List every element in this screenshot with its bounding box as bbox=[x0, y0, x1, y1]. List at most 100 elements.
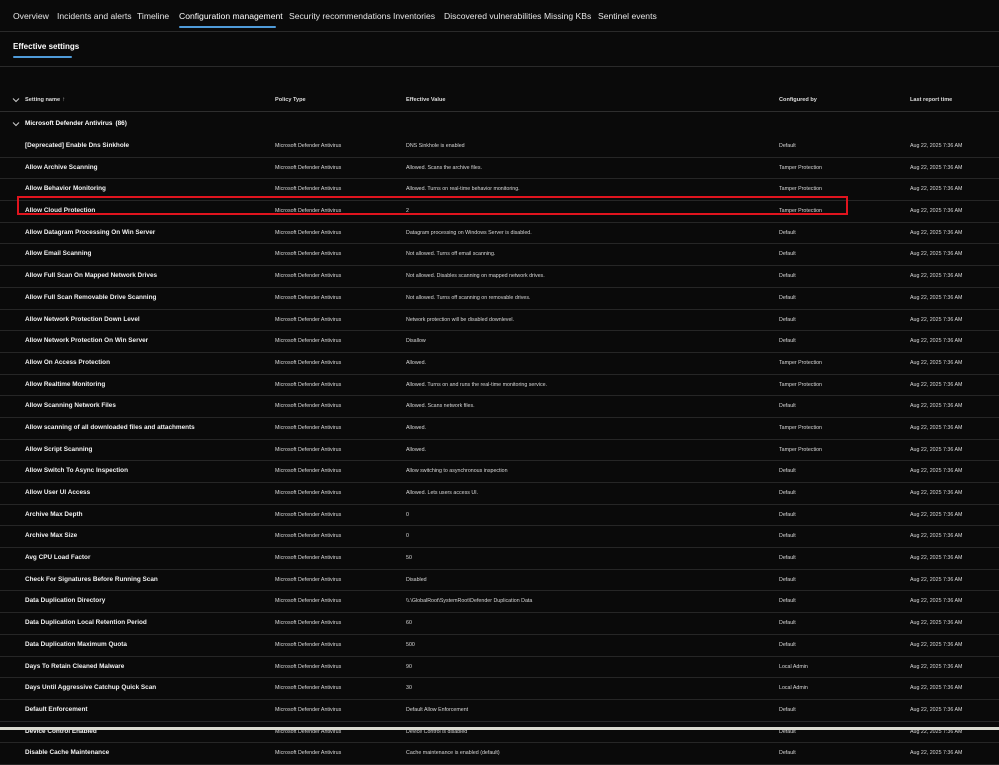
setting-name-cell[interactable]: Allow Full Scan Removable Drive Scanning bbox=[25, 294, 156, 301]
setting-name-cell[interactable]: Allow Email Scanning bbox=[25, 250, 91, 257]
table-row[interactable]: Allow Email Scanning Microsoft Defender A… bbox=[0, 244, 999, 267]
setting-name-cell[interactable]: Allow On Access Protection bbox=[25, 359, 110, 366]
table-row[interactable]: [Deprecated] Enable Dns Sinkhole Microsof… bbox=[0, 136, 999, 158]
setting-name-cell[interactable]: Allow Switch To Async Inspection bbox=[25, 467, 128, 474]
effective-value-cell: \\.\GlobalRoot\SystemRoot\Defender Dupli… bbox=[406, 598, 533, 605]
setting-name-cell[interactable]: Data Duplication Local Retention Period bbox=[25, 619, 147, 626]
table-row[interactable]: Allow Network Protection Down Level Micro… bbox=[0, 310, 999, 332]
tab-security-recommendations[interactable]: Security recommendations bbox=[289, 11, 391, 21]
last-report-time-cell: Aug 22, 2025 7:36 AM bbox=[910, 316, 963, 323]
last-report-time-cell: Aug 22, 2025 7:36 AM bbox=[910, 229, 963, 236]
setting-name-cell[interactable]: Allow Datagram Processing On Win Server bbox=[25, 229, 155, 236]
policy-type-cell: Microsoft Defender Antivirus bbox=[275, 641, 342, 648]
table-row[interactable]: Check For Signatures Before Running Scan… bbox=[0, 570, 999, 592]
setting-name-cell[interactable]: Allow Script Scanning bbox=[25, 446, 92, 453]
policy-type-cell: Microsoft Defender Antivirus bbox=[275, 338, 342, 345]
setting-name-cell[interactable]: Data Duplication Directory bbox=[25, 597, 105, 604]
table-row[interactable]: Allow Scanning Network Files Microsoft De… bbox=[0, 396, 999, 418]
setting-name-cell[interactable]: Default Enforcement bbox=[25, 706, 88, 713]
configured-by-cell: Tamper Protection bbox=[779, 424, 822, 431]
subtab-indicator bbox=[13, 56, 72, 58]
effective-value-cell: Allowed. Turns on and runs the real-time… bbox=[406, 381, 548, 388]
table-row[interactable]: Allow Full Scan Removable Drive Scanning… bbox=[0, 288, 999, 310]
table-row[interactable]: Allow Behavior Monitoring Microsoft Defen… bbox=[0, 179, 999, 202]
configured-by-cell: Default bbox=[779, 490, 796, 496]
tab-sentinel-events[interactable]: Sentinel events bbox=[598, 11, 657, 21]
table-row[interactable]: Allow Cloud Protection Microsoft Defender… bbox=[0, 201, 999, 223]
setting-name-cell[interactable]: Allow User UI Access bbox=[25, 489, 90, 496]
table-row[interactable]: Days Until Aggressive Catchup Quick Scan… bbox=[0, 678, 999, 700]
tab-timeline[interactable]: Timeline bbox=[137, 11, 169, 21]
last-report-time-cell: Aug 22, 2025 7:36 AM bbox=[910, 576, 963, 583]
table-row[interactable]: Allow Switch To Async Inspection Microsof… bbox=[0, 461, 999, 483]
table-row[interactable]: Allow Full Scan On Mapped Network Drives… bbox=[0, 266, 999, 288]
table-row[interactable]: Allow Script Scanning Microsoft Defender … bbox=[0, 440, 999, 462]
table-row[interactable]: Disable Cache Maintenance Microsoft Defen… bbox=[0, 743, 999, 765]
table-row[interactable]: Allow Archive Scanning Microsoft Defender… bbox=[0, 158, 999, 180]
setting-name-cell[interactable]: Allow Full Scan On Mapped Network Drives bbox=[25, 272, 157, 279]
policy-type-cell: Microsoft Defender Antivirus bbox=[275, 294, 342, 301]
tab-inventories[interactable]: Inventories bbox=[393, 11, 435, 21]
tab-discovered-vulnerabilities[interactable]: Discovered vulnerabilities bbox=[444, 11, 541, 21]
column-header-configured-by[interactable]: Configured by bbox=[779, 97, 817, 103]
table-row[interactable]: Device Control Enabled Microsoft Defender… bbox=[0, 722, 999, 744]
last-report-time-cell: Aug 22, 2025 7:36 AM bbox=[910, 359, 963, 366]
table-row[interactable]: Days To Retain Cleaned Malware Microsoft … bbox=[0, 657, 999, 679]
setting-name-cell[interactable]: Allow Archive Scanning bbox=[25, 164, 98, 171]
table-row[interactable]: Archive Max Size Microsoft Defender Antiv… bbox=[0, 526, 999, 549]
tab-incidents-and-alerts[interactable]: Incidents and alerts bbox=[57, 11, 132, 21]
setting-name-cell[interactable]: Archive Max Size bbox=[25, 532, 77, 539]
tab-effective-settings[interactable]: Effective settings bbox=[13, 42, 79, 51]
table-row[interactable]: Avg CPU Load Factor Microsoft Defender An… bbox=[0, 548, 999, 570]
table-row[interactable]: Allow Realtime Monitoring Microsoft Defen… bbox=[0, 375, 999, 397]
setting-name-cell[interactable]: Allow Network Protection Down Level bbox=[25, 316, 140, 323]
setting-name-cell[interactable]: Check For Signatures Before Running Scan bbox=[25, 576, 158, 583]
last-report-time-cell: Aug 22, 2025 7:36 AM bbox=[910, 186, 963, 193]
table-row[interactable]: Data Duplication Local Retention Period M… bbox=[0, 613, 999, 635]
table-row[interactable]: Allow User UI Access Microsoft Defender A… bbox=[0, 483, 999, 505]
setting-name-cell[interactable]: Allow Network Protection On Win Server bbox=[25, 337, 148, 344]
setting-name-cell[interactable]: Allow Realtime Monitoring bbox=[25, 381, 105, 388]
setting-name-cell[interactable]: [Deprecated] Enable Dns Sinkhole bbox=[25, 142, 129, 149]
column-header-policy-type[interactable]: Policy Type bbox=[275, 97, 306, 103]
policy-type-cell: Microsoft Defender Antivirus bbox=[275, 598, 342, 605]
configured-by-cell: Default bbox=[779, 750, 796, 757]
table-row[interactable]: Allow Datagram Processing On Win Server M… bbox=[0, 223, 999, 245]
table-row[interactable]: Data Duplication Directory Microsoft Defe… bbox=[0, 591, 999, 614]
group-row-defender-antivirus[interactable]: Microsoft Defender Antivirus (86) bbox=[0, 112, 999, 136]
setting-name-cell[interactable]: Avg CPU Load Factor bbox=[25, 554, 90, 561]
policy-type-cell: Microsoft Defender Antivirus bbox=[275, 750, 342, 757]
last-report-time-cell: Aug 22, 2025 7:36 AM bbox=[910, 403, 963, 410]
table-row[interactable]: Default Enforcement Microsoft Defender An… bbox=[0, 700, 999, 722]
group-collapse-chevron-icon[interactable] bbox=[12, 120, 20, 128]
table-row[interactable]: Allow On Access Protection Microsoft Defe… bbox=[0, 353, 999, 375]
effective-value-cell: Not allowed. Turns off scanning on remov… bbox=[406, 294, 531, 301]
last-report-time-cell: Aug 22, 2025 7:36 AM bbox=[910, 706, 963, 713]
table-row[interactable]: Allow scanning of all downloaded files a… bbox=[0, 418, 999, 440]
column-header-effective-value[interactable]: Effective Value bbox=[406, 97, 446, 103]
setting-name-cell[interactable]: Days Until Aggressive Catchup Quick Scan bbox=[25, 684, 156, 691]
setting-name-cell[interactable]: Data Duplication Maximum Quota bbox=[25, 641, 127, 648]
setting-name-cell[interactable]: Disable Cache Maintenance bbox=[25, 749, 109, 756]
column-header-last-report-time[interactable]: Last report time bbox=[910, 97, 952, 103]
policy-type-cell: Microsoft Defender Antivirus bbox=[275, 706, 342, 713]
setting-name-cell[interactable]: Archive Max Depth bbox=[25, 511, 83, 518]
effective-value-cell: Allowed. Scans network files. bbox=[406, 403, 475, 410]
group-label: Microsoft Defender Antivirus (86) bbox=[25, 120, 127, 127]
setting-name-cell[interactable]: Allow scanning of all downloaded files a… bbox=[25, 424, 195, 431]
configured-by-cell: Tamper Protection bbox=[779, 359, 822, 366]
tab-configuration-management[interactable]: Configuration management bbox=[179, 11, 283, 21]
configured-by-cell: Default bbox=[779, 273, 796, 280]
tab-overview[interactable]: Overview bbox=[13, 11, 49, 21]
setting-name-cell[interactable]: Allow Scanning Network Files bbox=[25, 402, 116, 409]
table-row[interactable]: Data Duplication Maximum Quota Microsoft … bbox=[0, 635, 999, 657]
column-header-setting-name[interactable]: Setting name ↑ bbox=[25, 97, 65, 103]
tab-missing-kbs[interactable]: Missing KBs bbox=[544, 11, 591, 21]
collapse-all-chevron-icon[interactable] bbox=[12, 96, 20, 104]
setting-name-cell[interactable]: Allow Behavior Monitoring bbox=[25, 185, 106, 192]
setting-name-cell[interactable]: Allow Cloud Protection bbox=[25, 207, 95, 214]
table-row[interactable]: Archive Max Depth Microsoft Defender Anti… bbox=[0, 505, 999, 527]
setting-name-cell[interactable]: Days To Retain Cleaned Malware bbox=[25, 663, 124, 670]
policy-type-cell: Microsoft Defender Antivirus bbox=[275, 251, 342, 258]
table-row[interactable]: Allow Network Protection On Win Server Mi… bbox=[0, 331, 999, 353]
